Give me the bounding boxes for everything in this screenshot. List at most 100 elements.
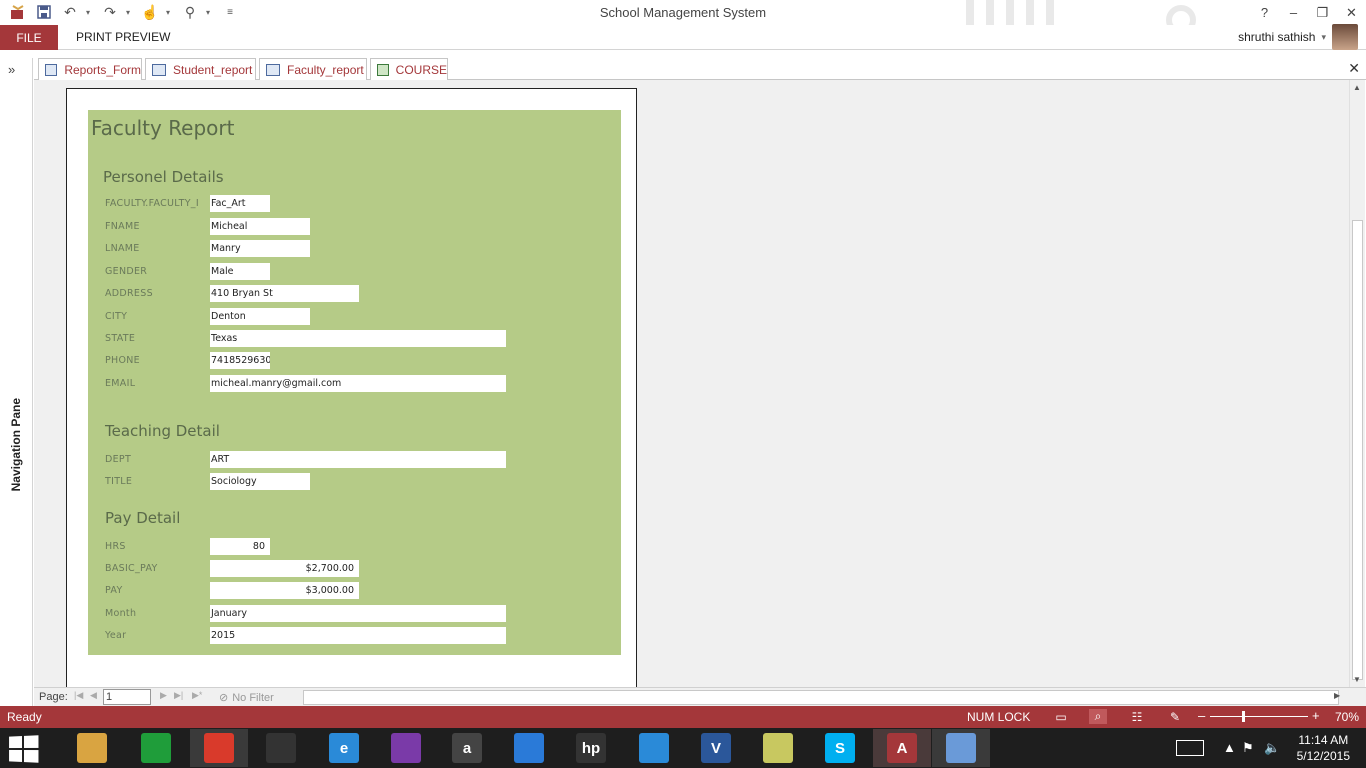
volume-muted-icon[interactable]: 🔈 [1264, 740, 1280, 756]
scroll-thumb[interactable] [1352, 220, 1363, 680]
page-number-input[interactable]: 1 [103, 689, 151, 705]
navigation-pane[interactable]: » Navigation Pane [0, 58, 33, 706]
tab-student-report[interactable]: Student_report [145, 58, 256, 80]
navigation-pane-label[interactable]: Navigation Pane [9, 398, 23, 491]
zoom-out-button[interactable]: – [1198, 708, 1205, 723]
first-page-icon[interactable]: |◀ [74, 690, 83, 701]
tab-faculty-report[interactable]: Faculty_report [259, 58, 367, 80]
filter-indicator[interactable]: ⊘ No Filter [219, 691, 274, 705]
field-state: Texas [210, 330, 506, 347]
print-preview-tab[interactable]: PRINT PREVIEW [76, 30, 170, 44]
field-lname: Manry [210, 240, 310, 257]
label-address: ADDRESS [105, 288, 153, 299]
ribbon-tabs: FILE PRINT PREVIEW shruthi sathish ▾ [0, 25, 1366, 50]
label-year: Year [105, 630, 127, 641]
taskbar-app-puzzle-app[interactable] [377, 729, 435, 767]
taskbar-app-amazon[interactable]: a [438, 729, 496, 767]
last-page-icon[interactable]: ▶| [174, 690, 183, 701]
report-icon [266, 63, 280, 76]
user-menu-icon[interactable]: ▾ [1321, 32, 1326, 43]
layout-view-icon[interactable]: ☷ [1128, 709, 1146, 724]
zoom-slider-thumb[interactable] [1242, 711, 1245, 722]
taskbar-app-store[interactable] [127, 729, 185, 767]
internet-explorer-icon: e [329, 733, 359, 763]
zoom-level[interactable]: 70% [1335, 710, 1359, 724]
field-fname: Micheal [210, 218, 310, 235]
label-title: TITLE [105, 476, 133, 487]
field-gender: Male [210, 263, 270, 280]
taskbar-app-access[interactable]: A [873, 729, 931, 767]
label-email: EMAIL [105, 378, 136, 389]
clock-time: 11:14 AM [1298, 733, 1349, 747]
print-preview-area[interactable]: Faculty Report Personel Details FACULTY.… [34, 80, 1349, 687]
close-document-icon[interactable]: ✕ [1348, 60, 1360, 77]
user-account[interactable]: shruthi sathish ▾ [1238, 30, 1326, 44]
clock-date: 5/12/2015 [1296, 749, 1350, 763]
table-icon [377, 63, 389, 76]
close-button[interactable]: ✕ [1337, 0, 1366, 25]
report-page: Faculty Report Personel Details FACULTY.… [66, 88, 637, 687]
scroll-up-icon[interactable]: ▲ [1353, 83, 1361, 92]
clock[interactable]: 11:14 AM 5/12/2015 [1297, 732, 1350, 764]
taskbar-app-camera-app[interactable] [252, 729, 310, 767]
tab-label: COURSE [395, 62, 447, 77]
field-email: micheal.manry@gmail.com [210, 375, 506, 392]
touch-keyboard-icon[interactable] [1176, 740, 1204, 756]
label-phone: PHONE [105, 355, 140, 366]
field-month: January [210, 605, 506, 622]
windows-start-icon[interactable] [9, 735, 39, 763]
scroll-down-icon[interactable]: ▼ [1353, 675, 1361, 684]
taskbar-app-chrome[interactable] [190, 729, 248, 767]
camera-app-icon [266, 733, 296, 763]
taskbar-app-onedrive[interactable] [500, 729, 558, 767]
file-tab[interactable]: FILE [0, 25, 58, 50]
field-year: 2015 [210, 627, 506, 644]
taskbar-app-skype[interactable]: S [811, 729, 869, 767]
help-button[interactable]: ? [1250, 0, 1279, 25]
status-text: Ready [7, 710, 42, 724]
window-title: School Management System [599, 5, 767, 20]
access-icon: A [887, 733, 917, 763]
store-icon [141, 733, 171, 763]
label-month: Month [105, 608, 137, 619]
previous-page-icon[interactable]: ◀ [90, 690, 97, 701]
field-hrs: 80 [210, 538, 270, 555]
minimize-button[interactable]: – [1279, 0, 1308, 25]
design-view-icon[interactable]: ✎ [1166, 709, 1184, 724]
tab-reports-form[interactable]: Reports_Form [38, 58, 142, 80]
sticky-notes-icon [763, 733, 793, 763]
taskbar-app-internet-explorer[interactable]: e [315, 729, 373, 767]
show-hidden-icons-icon[interactable]: ▲ [1223, 740, 1236, 755]
scroll-right-icon[interactable]: ▶ [1334, 691, 1340, 700]
report-view-icon[interactable]: ▭ [1052, 709, 1070, 724]
field-city: Denton [210, 308, 310, 325]
taskbar-app-paint[interactable] [932, 729, 990, 767]
visio-icon: V [701, 733, 731, 763]
next-page-icon[interactable]: ▶ [160, 690, 167, 701]
section-personal-details: Personel Details [103, 168, 224, 186]
zoom-in-button[interactable]: + [1312, 708, 1320, 723]
vertical-scrollbar[interactable]: ▲ ▼ [1349, 80, 1365, 687]
horizontal-scrollbar[interactable] [303, 690, 1339, 705]
expand-nav-pane-icon[interactable]: » [8, 62, 15, 77]
print-preview-view-icon[interactable]: ⌕ [1089, 709, 1107, 724]
taskbar-app-sticky-notes[interactable] [749, 729, 807, 767]
faculty-report: Faculty Report Personel Details FACULTY.… [88, 110, 621, 655]
tab-course[interactable]: COURSE [370, 58, 448, 81]
taskbar-app-chat-app[interactable] [625, 729, 683, 767]
label-pay: PAY [105, 585, 123, 596]
restore-button[interactable]: ❐ [1308, 0, 1337, 25]
field-faculty-id: Fac_Art [210, 195, 270, 212]
label-dept: DEPT [105, 454, 132, 465]
label-state: STATE [105, 333, 136, 344]
taskbar-app-visio[interactable]: V [687, 729, 745, 767]
section-pay-detail: Pay Detail [105, 509, 181, 527]
taskbar-app-file-explorer[interactable] [63, 729, 121, 767]
zoom-slider[interactable] [1210, 716, 1308, 717]
avatar[interactable] [1332, 24, 1358, 50]
new-page-icon[interactable]: ▶* [192, 690, 202, 701]
section-teaching-detail: Teaching Detail [105, 422, 220, 440]
taskbar-app-hp[interactable]: hp [562, 729, 620, 767]
chrome-icon [204, 733, 234, 763]
action-center-flag-icon[interactable]: ⚑ [1242, 740, 1254, 756]
